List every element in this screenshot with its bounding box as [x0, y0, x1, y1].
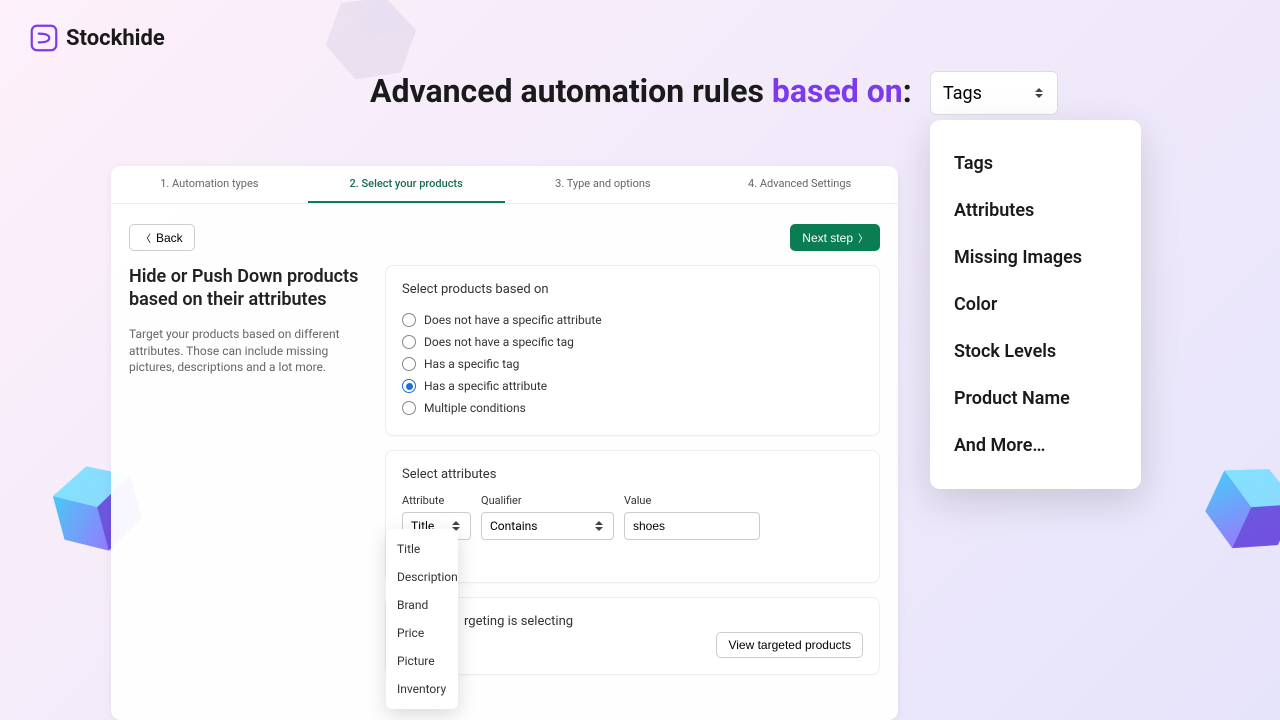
radio-has-attribute[interactable]: Has a specific attribute: [402, 375, 863, 397]
dropdown-item-color[interactable]: Color: [930, 281, 1141, 328]
headline: Advanced automation rules based on:: [370, 72, 912, 110]
chevron-left-icon: 〈: [141, 230, 151, 245]
wizard-tabs: 1. Automation types 2. Select your produ…: [111, 166, 898, 204]
rule-basis-select[interactable]: Tags: [930, 71, 1058, 115]
qualifier-select[interactable]: Contains: [481, 512, 614, 540]
qualifier-label: Qualifier: [481, 494, 614, 507]
radio-no-attribute[interactable]: Does not have a specific attribute: [402, 309, 863, 331]
wizard-panel: 1. Automation types 2. Select your produ…: [111, 166, 898, 720]
select-sort-icon: [595, 521, 605, 531]
radio-multiple[interactable]: Multiple conditions: [402, 397, 863, 419]
step-description: Target your products based on different …: [129, 326, 363, 376]
back-button[interactable]: 〈 Back: [129, 224, 195, 251]
basis-card: Select products based on Does not have a…: [385, 265, 880, 436]
dropdown-item-tags[interactable]: Tags: [930, 140, 1141, 187]
attributes-card: Select attributes Attribute Title Title …: [385, 450, 880, 583]
attr-option-brand[interactable]: Brand: [386, 591, 458, 619]
tab-select-products[interactable]: 2. Select your products: [308, 166, 505, 203]
decorative-cube: [1184, 444, 1280, 577]
radio-has-tag[interactable]: Has a specific tag: [402, 353, 863, 375]
targeting-title: rgeting is selecting: [464, 614, 573, 629]
targeting-card: rgeting is selecting View targeted produ…: [385, 597, 880, 675]
next-step-button[interactable]: Next step 〉: [790, 224, 880, 251]
radio-no-tag[interactable]: Does not have a specific tag: [402, 331, 863, 353]
select-sort-icon: [1035, 88, 1045, 98]
dropdown-item-missing-images[interactable]: Missing Images: [930, 234, 1141, 281]
attribute-label: Attribute: [402, 494, 471, 507]
rule-basis-value: Tags: [943, 83, 982, 104]
dropdown-item-product-name[interactable]: Product Name: [930, 375, 1141, 422]
dropdown-item-stock-levels[interactable]: Stock Levels: [930, 328, 1141, 375]
app-logo: Stockhide: [30, 24, 165, 52]
next-label: Next step: [802, 231, 853, 245]
tab-advanced-settings[interactable]: 4. Advanced Settings: [701, 166, 898, 203]
logo-icon: [30, 24, 58, 52]
tab-type-options[interactable]: 3. Type and options: [505, 166, 702, 203]
dropdown-item-attributes[interactable]: Attributes: [930, 187, 1141, 234]
logo-text: Stockhide: [66, 26, 165, 51]
attribute-dropdown: Title Description Brand Price Picture In…: [386, 529, 458, 709]
basis-card-title: Select products based on: [402, 282, 863, 297]
value-input[interactable]: [624, 512, 760, 540]
back-label: Back: [156, 231, 183, 245]
attr-option-price[interactable]: Price: [386, 619, 458, 647]
chevron-right-icon: 〉: [858, 230, 868, 245]
rule-basis-dropdown: Tags Attributes Missing Images Color Sto…: [930, 120, 1141, 489]
step-title: Hide or Push Down products based on thei…: [129, 265, 363, 312]
view-targeted-button[interactable]: View targeted products: [716, 632, 863, 658]
attr-option-inventory[interactable]: Inventory: [386, 675, 458, 703]
dropdown-item-and-more[interactable]: And More…: [930, 422, 1141, 469]
attributes-card-title: Select attributes: [402, 467, 863, 482]
attr-option-description[interactable]: Description: [386, 563, 458, 591]
value-label: Value: [624, 494, 760, 507]
attr-option-picture[interactable]: Picture: [386, 647, 458, 675]
tab-automation-types[interactable]: 1. Automation types: [111, 166, 308, 203]
attr-option-title[interactable]: Title: [386, 535, 458, 563]
